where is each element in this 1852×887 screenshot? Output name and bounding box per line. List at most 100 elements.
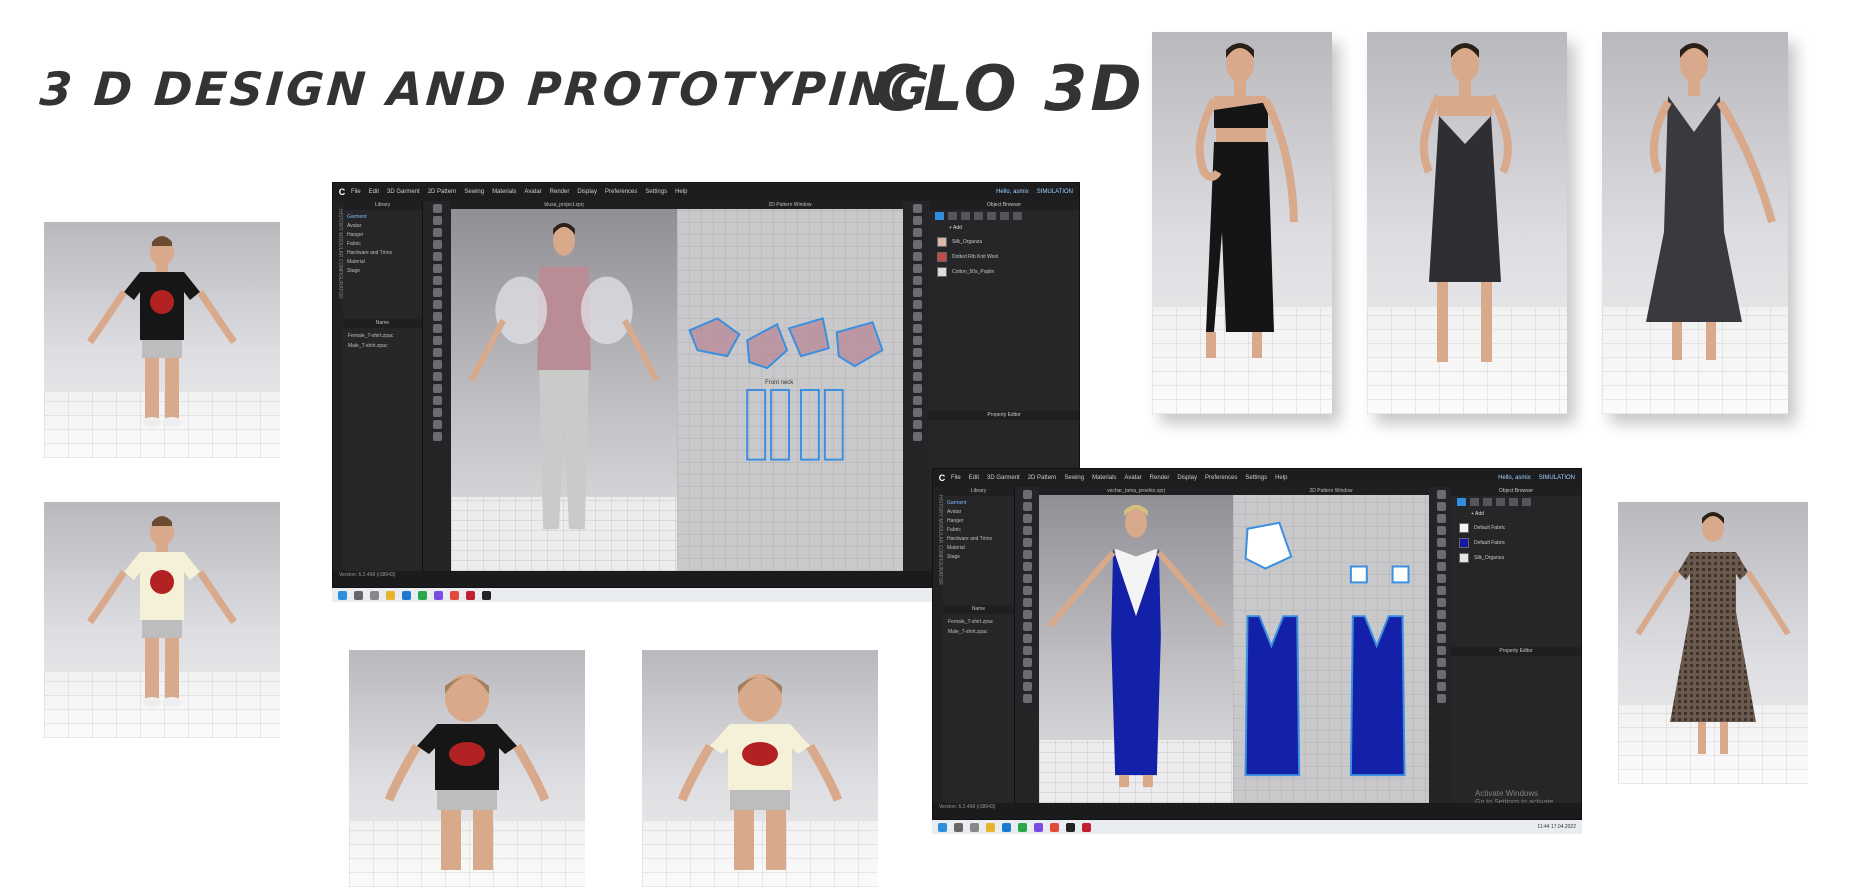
menu-settings[interactable]: Settings	[645, 189, 667, 195]
chrome-icon[interactable]	[450, 590, 459, 600]
render-grey-flounce-dress	[1602, 32, 1788, 414]
menu-2d-pattern[interactable]: 2D Pattern	[1028, 475, 1057, 481]
library-item-garment[interactable]: Garment	[347, 213, 418, 222]
render-toddler-black-tshirt	[349, 650, 585, 887]
app-icon[interactable]	[1082, 822, 1091, 832]
edge-icon[interactable]	[402, 590, 411, 600]
toolbar-3d	[1015, 487, 1039, 803]
fabric-row[interactable]: Default Fabric	[1451, 535, 1581, 550]
clo-taskbar-icon[interactable]	[482, 590, 491, 600]
library-item-garment[interactable]: Garment	[947, 499, 1010, 508]
folder-icon[interactable]	[386, 590, 395, 600]
windows-taskbar: 11:44 17.04.2022	[932, 820, 1582, 834]
history-tab[interactable]: HISTORY MODULAR CONFIGURATOR	[933, 487, 943, 803]
library-item-hardware[interactable]: Hardware and Trims	[347, 249, 418, 258]
pattern-label: Front neck	[765, 380, 793, 386]
viber-icon[interactable]	[1034, 822, 1043, 832]
menu-render[interactable]: Render	[550, 189, 570, 195]
menu-display[interactable]: Display	[1177, 475, 1197, 481]
clo-taskbar-icon[interactable]	[1066, 822, 1075, 832]
page-headline: 3 D DESIGN AND PROTOTYPING	[38, 62, 934, 116]
start-icon[interactable]	[338, 590, 347, 600]
library-item-material[interactable]: Material	[347, 258, 418, 267]
menu-edit[interactable]: Edit	[969, 475, 979, 481]
render-boy-cream-tshirt	[44, 502, 280, 738]
fabric-name: Default Fabric	[1474, 539, 1506, 546]
taskbar-clock[interactable]: 11:44 17.04.2022	[1537, 824, 1582, 830]
menu-3d-garment[interactable]: 3D Garment	[387, 189, 420, 195]
file-item[interactable]: Female_T-shirt.zpac	[348, 331, 417, 341]
fabric-row[interactable]: Silk_Organza	[1451, 550, 1581, 565]
library-item-material[interactable]: Material	[947, 544, 1010, 553]
fabric-row[interactable]: Cotton_50s_Poplin	[929, 264, 1079, 279]
fabric-row[interactable]: Dotted Rib Knit Wool	[929, 249, 1079, 264]
version-text: Version: 6.2.468 (r38643)	[339, 572, 396, 578]
menu-avatar[interactable]: Avatar	[524, 189, 541, 195]
avatar-figure	[1635, 512, 1791, 754]
library-item-stage[interactable]: Stage	[947, 553, 1010, 562]
edge-icon[interactable]	[1002, 822, 1011, 832]
menu-2d-pattern[interactable]: 2D Pattern	[428, 189, 457, 195]
fabric-row[interactable]: Silk_Organza	[929, 234, 1079, 249]
menu-materials[interactable]: Materials	[1092, 475, 1116, 481]
menu-render[interactable]: Render	[1150, 475, 1170, 481]
3d-garment-window[interactable]: blusa_project.zprj	[451, 201, 677, 571]
menu-avatar[interactable]: Avatar	[1124, 475, 1141, 481]
menu-sewing[interactable]: Sewing	[464, 189, 484, 195]
2d-pattern-window[interactable]: 2D Pattern Window	[1233, 487, 1429, 803]
avatar-figure	[384, 674, 550, 870]
menu-edit[interactable]: Edit	[369, 189, 379, 195]
search-icon[interactable]	[954, 822, 963, 832]
add-fabric-button[interactable]: + Add	[1451, 508, 1581, 520]
fabric-swatch	[1459, 522, 1469, 533]
menu-file[interactable]: File	[351, 189, 361, 195]
menu-sewing[interactable]: Sewing	[1064, 475, 1084, 481]
3d-garment-window[interactable]: vechar_tama_proekto.zprj	[1039, 487, 1233, 803]
simulation-mode[interactable]: SIMULATION	[1539, 475, 1575, 481]
clo-logo-icon: C	[938, 473, 946, 483]
library-item-hanger[interactable]: Hanger	[947, 517, 1010, 526]
menu-help[interactable]: Help	[675, 189, 687, 195]
user-greeting[interactable]: Hello, asmix	[996, 189, 1029, 195]
history-tab[interactable]: HISTORY MODULAR CONFIGURATOR	[333, 201, 343, 571]
file-item[interactable]: Female_T-shirt.zpac	[948, 617, 1009, 627]
folder-icon[interactable]	[986, 822, 995, 832]
library-item-avatar[interactable]: Avatar	[947, 508, 1010, 517]
menu-3d-garment[interactable]: 3D Garment	[987, 475, 1020, 481]
file-item[interactable]: Male_T-shirt.zpac	[948, 627, 1009, 637]
2d-pattern-window[interactable]: 2D Pattern Window Front neck	[677, 201, 903, 571]
menu-help[interactable]: Help	[1275, 475, 1287, 481]
menu-file[interactable]: File	[951, 475, 961, 481]
task-view-icon[interactable]	[970, 822, 979, 832]
add-fabric-button[interactable]: + Add	[929, 222, 1079, 234]
library-item-hanger[interactable]: Hanger	[347, 231, 418, 240]
file-item[interactable]: Male_T-shirt.zpac	[348, 341, 417, 351]
library-panel: Library Garment Avatar Hanger Fabric Har…	[943, 487, 1015, 803]
object-browser-title: Object Browser	[929, 201, 1079, 210]
menu-preferences[interactable]: Preferences	[1205, 475, 1237, 481]
library-item-fabric[interactable]: Fabric	[947, 526, 1010, 535]
fabric-swatch	[937, 251, 947, 262]
menu-settings[interactable]: Settings	[1245, 475, 1267, 481]
chrome-icon[interactable]	[1050, 822, 1059, 832]
viber-icon[interactable]	[434, 590, 443, 600]
task-view-icon[interactable]	[370, 590, 379, 600]
app-icon[interactable]	[466, 590, 475, 600]
library-item-fabric[interactable]: Fabric	[347, 240, 418, 249]
simulation-mode[interactable]: SIMULATION	[1037, 189, 1073, 195]
library-item-avatar[interactable]: Avatar	[347, 222, 418, 231]
whatsapp-icon[interactable]	[418, 590, 427, 600]
library-item-hardware[interactable]: Hardware and Trims	[947, 535, 1010, 544]
windows-taskbar	[332, 588, 932, 602]
library-item-stage[interactable]: Stage	[347, 267, 418, 276]
user-greeting[interactable]: Hello, asmix	[1498, 475, 1531, 481]
fabric-swatch	[937, 236, 947, 247]
2d-window-title: 2D Pattern Window	[677, 201, 903, 209]
menu-materials[interactable]: Materials	[492, 189, 516, 195]
menu-display[interactable]: Display	[577, 189, 597, 195]
fabric-row[interactable]: Default Fabric	[1451, 520, 1581, 535]
whatsapp-icon[interactable]	[1018, 822, 1027, 832]
menu-preferences[interactable]: Preferences	[605, 189, 637, 195]
start-icon[interactable]	[938, 822, 947, 832]
search-icon[interactable]	[354, 590, 363, 600]
